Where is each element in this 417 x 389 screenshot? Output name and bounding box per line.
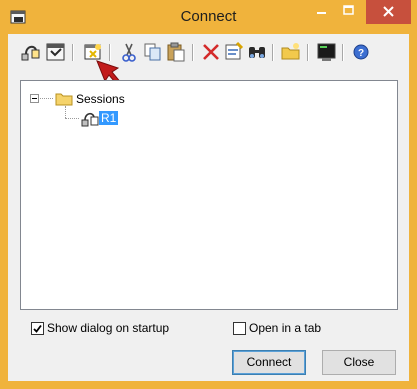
tree-item-r1[interactable]: R1 xyxy=(99,111,119,125)
help-icon[interactable]: ? xyxy=(350,41,372,63)
tree-item-sessions[interactable]: Sessions xyxy=(76,92,125,106)
open-in-tab-label[interactable]: Open in a tab xyxy=(249,321,321,335)
svg-text:?: ? xyxy=(358,48,364,59)
delete-icon[interactable] xyxy=(200,41,222,63)
toolbar-separator xyxy=(72,44,74,61)
find-icon[interactable] xyxy=(246,41,268,63)
connect-session-icon[interactable] xyxy=(20,41,42,63)
maximize-button[interactable] xyxy=(335,0,362,24)
collapse-toggle[interactable] xyxy=(30,94,39,103)
toolbar-separator xyxy=(272,44,274,61)
tree-line xyxy=(40,98,53,99)
minimize-button[interactable] xyxy=(308,0,334,24)
session-icon xyxy=(81,112,99,127)
folder-icon xyxy=(55,93,73,106)
toolbar-separator xyxy=(192,44,194,61)
paste-icon[interactable] xyxy=(165,41,187,63)
tree-line xyxy=(65,118,79,119)
terminal-icon[interactable] xyxy=(316,41,338,63)
close-dialog-button[interactable]: Close xyxy=(322,350,396,375)
show-dialog-checkbox[interactable] xyxy=(31,322,44,335)
tree-line xyxy=(65,106,66,118)
properties-icon[interactable] xyxy=(223,41,245,63)
toolbar-separator xyxy=(342,44,344,61)
checkmark-icon xyxy=(33,324,42,333)
new-folder-icon[interactable] xyxy=(280,41,302,63)
close-button[interactable] xyxy=(366,0,411,24)
title-bar[interactable]: Connect xyxy=(0,0,417,34)
connect-session-tab-icon[interactable] xyxy=(45,41,67,63)
show-dialog-label[interactable]: Show dialog on startup xyxy=(47,321,169,335)
toolbar: ? xyxy=(12,38,408,68)
connect-window: Connect ? Sessions R1 Show dialog on sta… xyxy=(0,0,417,389)
open-in-tab-checkbox[interactable] xyxy=(233,322,246,335)
connect-button[interactable]: Connect xyxy=(232,350,306,375)
copy-icon[interactable] xyxy=(142,41,164,63)
session-tree[interactable]: Sessions R1 xyxy=(20,80,398,310)
toolbar-separator xyxy=(307,44,309,61)
